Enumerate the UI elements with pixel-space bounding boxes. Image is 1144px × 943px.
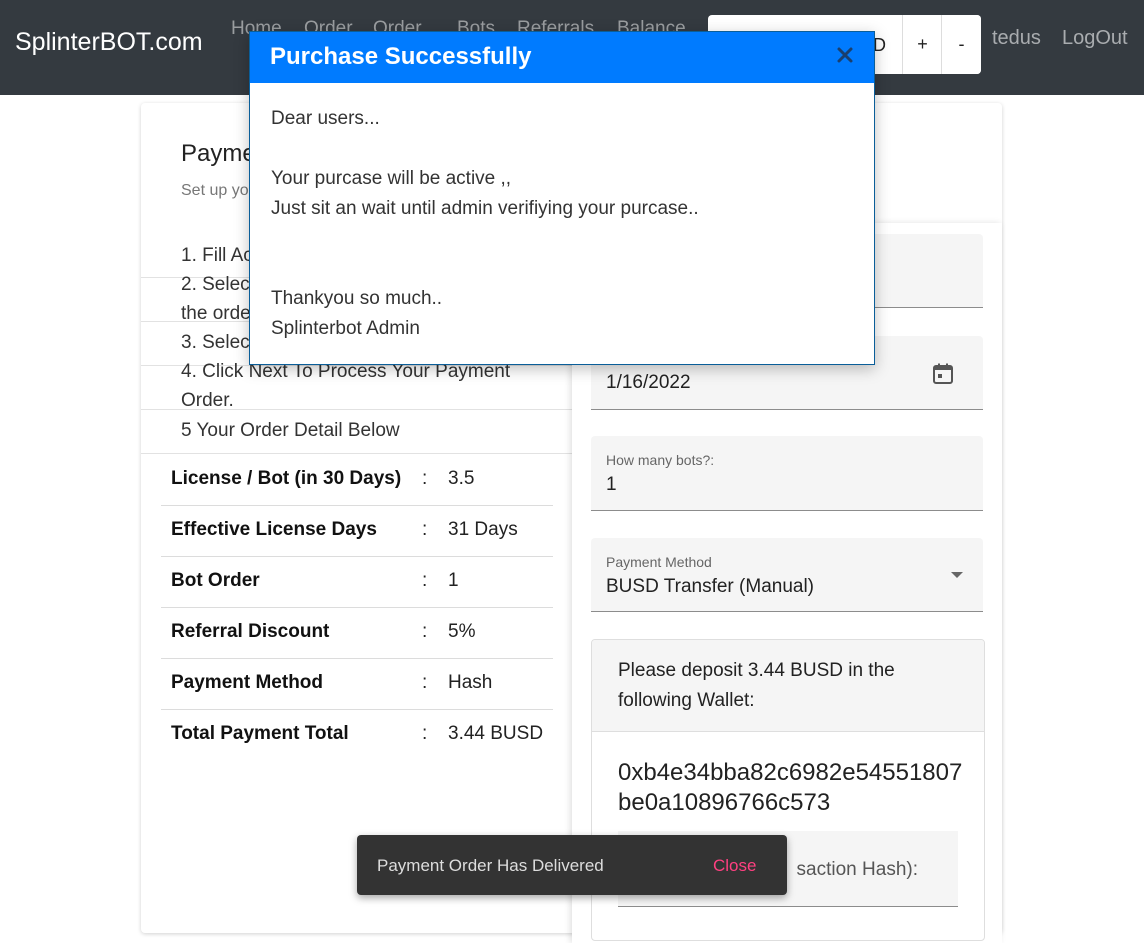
summary-label: License / Bot (in 30 Days) bbox=[171, 468, 402, 489]
snackbar: Payment Order Has Delivered Close bbox=[357, 835, 787, 895]
increase-button[interactable]: + bbox=[902, 15, 942, 74]
payment-method-select[interactable]: Payment Method BUSD Transfer (Manual) bbox=[591, 538, 983, 612]
calendar-icon[interactable] bbox=[931, 362, 955, 386]
modal-line: Thankyou so much.. bbox=[271, 288, 443, 309]
summary-value: 3.5 bbox=[448, 468, 475, 489]
bots-count-value: 1 bbox=[606, 474, 617, 495]
summary-row-discount: Referral Discount : 5% bbox=[161, 607, 553, 659]
summary-label: Bot Order bbox=[171, 570, 260, 591]
summary-colon: : bbox=[422, 621, 428, 642]
modal-line: Dear users... bbox=[271, 108, 380, 129]
transaction-hash-label: saction Hash): bbox=[796, 859, 918, 880]
summary-value: 5% bbox=[448, 621, 476, 642]
deposit-header: Please deposit 3.44 BUSD in the followin… bbox=[592, 640, 984, 732]
modal-header: Purchase Successfully bbox=[250, 32, 874, 83]
summary-value: 3.44 BUSD bbox=[448, 723, 544, 744]
summary-colon: : bbox=[422, 519, 428, 540]
close-icon[interactable] bbox=[834, 44, 856, 66]
logout-link[interactable]: LogOut bbox=[1062, 27, 1128, 50]
summary-colon: : bbox=[422, 723, 428, 744]
payment-method-value: BUSD Transfer (Manual) bbox=[606, 576, 815, 597]
summary-label: Total Payment Total bbox=[171, 723, 349, 744]
summary-row-total: Total Payment Total : 3.44 BUSD bbox=[161, 709, 553, 760]
modal-line bbox=[271, 224, 851, 254]
summary-colon: : bbox=[422, 570, 428, 591]
summary-colon: : bbox=[422, 672, 428, 693]
modal-title: Purchase Successfully bbox=[270, 43, 532, 70]
date-value: 1/16/2022 bbox=[606, 372, 691, 393]
summary-row-method: Payment Method : Hash bbox=[161, 658, 553, 710]
decrease-button[interactable]: - bbox=[941, 15, 981, 74]
modal-line: Your purcase will be active ,, bbox=[271, 168, 512, 189]
modal-line bbox=[271, 254, 851, 284]
summary-value: 1 bbox=[448, 570, 459, 591]
deposit-instruction: Please deposit 3.44 BUSD in the followin… bbox=[618, 660, 895, 711]
modal-body: Dear users... Your purcase will be activ… bbox=[271, 104, 851, 344]
summary-label: Effective License Days bbox=[171, 519, 377, 540]
bots-count-field[interactable]: How many bots?: 1 bbox=[591, 436, 983, 511]
summary-label: Referral Discount bbox=[171, 621, 330, 642]
summary-row-license: License / Bot (in 30 Days) : 3.5 bbox=[161, 454, 553, 506]
chevron-down-icon[interactable] bbox=[951, 572, 963, 578]
summary-row-days: Effective License Days : 31 Days bbox=[161, 505, 553, 557]
summary-colon: : bbox=[422, 468, 428, 489]
brand-logo[interactable]: SplinterBOT.com bbox=[15, 28, 203, 57]
payment-method-label: Payment Method bbox=[606, 554, 712, 570]
page-title: Payme bbox=[181, 140, 256, 167]
purchase-success-modal: Purchase Successfully Dear users... Your… bbox=[249, 31, 875, 365]
modal-line: Splinterbot Admin bbox=[271, 318, 420, 339]
bots-count-label: How many bots?: bbox=[606, 452, 715, 468]
modal-line: Just sit an wait until admin verifiying … bbox=[271, 198, 699, 219]
snackbar-close-button[interactable]: Close bbox=[713, 856, 756, 876]
step-item: 4. Click Next To Process Your Payment Or… bbox=[181, 361, 511, 411]
snackbar-message: Payment Order Has Delivered bbox=[377, 856, 604, 875]
username-link[interactable]: tedus bbox=[992, 27, 1041, 50]
wallet-address: 0xb4e34bba82c6982e54551807be0a10896766c5… bbox=[618, 759, 963, 816]
summary-label: Payment Method bbox=[171, 672, 324, 693]
summary-value: Hash bbox=[448, 672, 493, 693]
step-item: 5 Your Order Detail Below bbox=[181, 420, 400, 441]
page-subtitle: Set up yo bbox=[181, 182, 249, 199]
summary-value: 31 Days bbox=[448, 519, 518, 540]
modal-line bbox=[271, 134, 851, 164]
deposit-card: Please deposit 3.44 BUSD in the followin… bbox=[591, 639, 985, 941]
summary-row-bot-order: Bot Order : 1 bbox=[161, 556, 553, 608]
